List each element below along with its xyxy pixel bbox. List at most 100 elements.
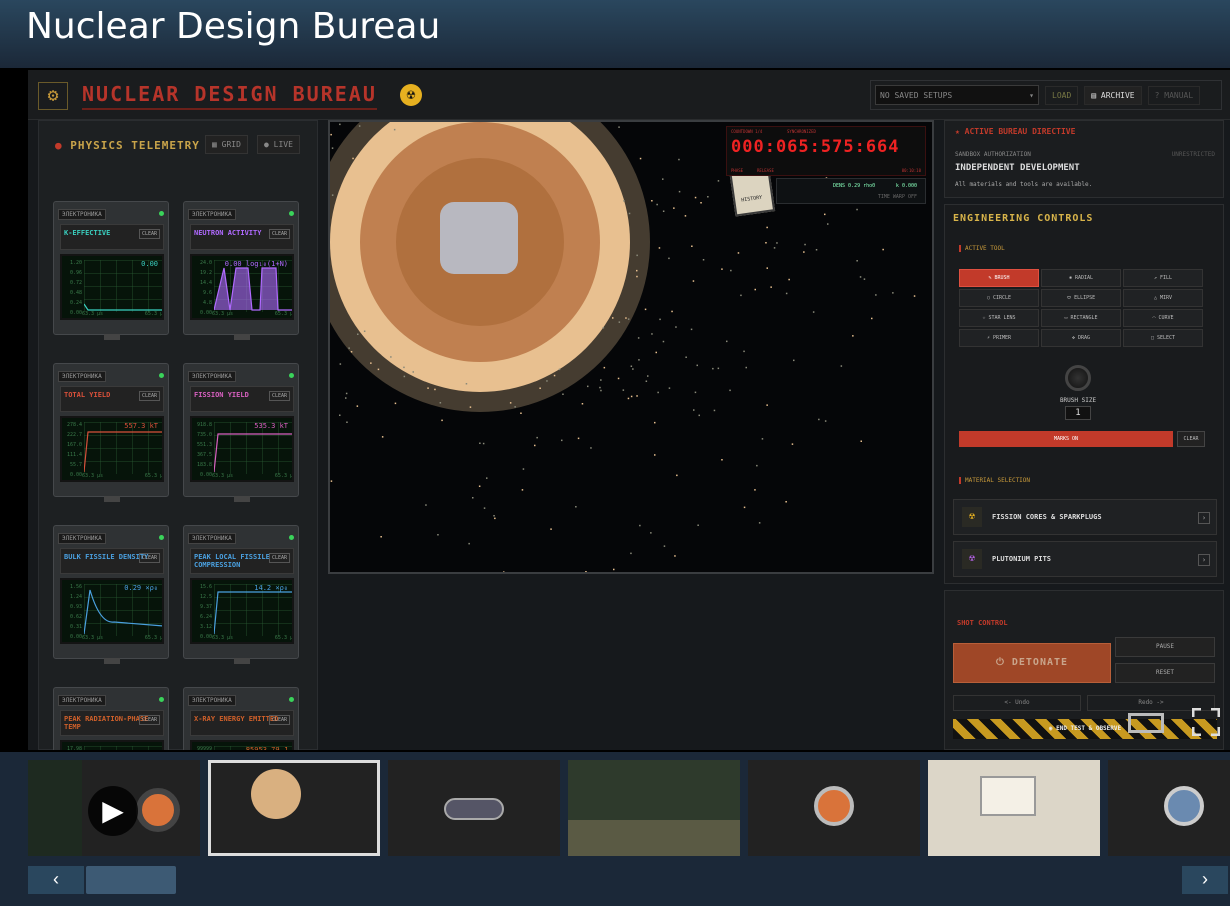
tool-select[interactable]: □ SELECT [1123,329,1203,347]
marks-toggle[interactable]: MARKS ON [959,431,1173,447]
tool-drag[interactable]: ✥ DRAG [1041,329,1121,347]
game-header: ⚙ NUCLEAR DESIGN BUREAU ☢ NO SAVED SETUP… [28,70,1230,120]
play-icon[interactable]: ▶ [88,786,138,836]
tool-ellipse[interactable]: ⬭ ELLIPSE [1041,289,1121,307]
chevron-right-icon[interactable]: › [1198,512,1210,524]
undo-button[interactable]: <- Undo [953,695,1081,711]
particle [377,368,380,371]
load-button[interactable]: LOAD [1045,85,1079,105]
particle [676,474,678,477]
reset-button[interactable]: RESET [1115,663,1215,683]
monitor-clear-button[interactable]: CLEAR [268,553,290,563]
monitor-tab[interactable] [234,658,250,664]
tool-radial[interactable]: ✺ RADIAL [1041,269,1121,287]
material-item[interactable]: ☢ FISSION CORES & SPARKPLUGS › [953,499,1217,535]
particle [613,568,615,571]
tool-rectangle[interactable]: ▭ RECTANGLE [1041,309,1121,327]
carousel-next-button[interactable]: › [1182,866,1228,894]
end-test-button[interactable]: ◉ END TEST & OBSERVE [953,719,1217,739]
tool-primer[interactable]: ⚡ PRIMER [959,329,1039,347]
carousel-scrollbar[interactable] [86,866,176,894]
particle [630,365,633,367]
manual-button[interactable]: ? MANUAL [1147,85,1201,105]
power-icon: ⏻ [995,657,1012,668]
tool-curve[interactable]: ⌒ CURVE [1123,309,1203,327]
tool-mirv[interactable]: △ MIRV [1123,289,1203,307]
particle [636,395,638,397]
thumbnail-3[interactable] [388,760,560,856]
particle [394,402,397,405]
detonate-button[interactable]: ⏻ DETONATE [953,643,1111,683]
monitor-tab[interactable] [104,334,120,340]
directive-title: ★ ACTIVE BUREAU DIRECTIVE [955,127,1076,136]
thumbnail-selected[interactable] [208,760,380,856]
live-button[interactable]: ● LIVE [257,135,300,154]
thumbnail-7[interactable] [1108,760,1230,856]
grid-button[interactable]: ▦ GRID [205,135,248,154]
telemetry-monitor: ЭЛЕКТРОНИКА BULK FISSILE DENSITY CLEAR 1.56… [53,525,169,664]
trace-line [84,589,162,635]
monitor-clear-button[interactable]: CLEAR [138,391,160,401]
monitor-clear-button[interactable]: CLEAR [268,391,290,401]
end-test-label: END TEST & OBSERVE [1056,725,1122,732]
particle [766,404,768,406]
tool-icon: ⚡ [986,335,990,341]
monitor-clear-button[interactable]: CLEAR [138,229,160,239]
particle [514,406,516,408]
carousel-prev-button[interactable]: ‹ [28,866,84,894]
monitor-tab[interactable] [104,496,120,502]
monitor-led-icon [287,210,296,218]
monitor-axis: 17.98 [62,744,82,750]
trace-line [214,433,292,473]
chevron-right-icon[interactable]: › [1198,554,1210,566]
particle [636,254,638,257]
tool-brush[interactable]: ✎ BRUSH [959,269,1039,287]
clipboard-label: HISTORY [740,194,763,204]
thumbnail-5[interactable] [748,760,920,856]
thumbnail-video[interactable]: ▶ [28,760,200,856]
monitor-clear-button[interactable]: CLEAR [138,553,160,563]
particle [674,555,676,557]
simulation-canvas[interactable]: HISTORY COUNTDOWN 1/4 SYNCHRONIZED 000:0… [328,120,934,574]
monitor-clear-button[interactable]: CLEAR [138,715,160,725]
monitor-tab[interactable] [234,496,250,502]
blast-core [440,202,518,274]
setup-select[interactable]: NO SAVED SETUPS ▾ [875,85,1039,105]
tool-star-lens[interactable]: ☆ STAR LENS [959,309,1039,327]
clear-button[interactable]: CLEAR [1177,431,1205,447]
axis-tick: 0.24 [69,300,82,306]
tool-fill[interactable]: ↗ FILL [1123,269,1203,287]
particle [427,376,429,379]
monitor-tab[interactable] [104,658,120,664]
monitor-tab[interactable] [234,334,250,340]
monitor-label: FISSION YIELD CLEAR [190,386,294,412]
particle [668,387,671,389]
axis-tick: 918.8 [196,422,212,428]
monitor-clear-button[interactable]: CLEAR [268,229,290,239]
tool-circle[interactable]: ○ CIRCLE [959,289,1039,307]
brush-size-value[interactable]: 1 [1065,406,1091,420]
particle [662,178,664,180]
thumbnail-4[interactable] [568,760,740,856]
foot-end: 65.3 µs [144,473,164,479]
screenshot-mode-icon[interactable] [1128,713,1164,733]
pause-button[interactable]: PAUSE [1115,637,1215,657]
monitor-clear-button[interactable]: CLEAR [268,715,290,725]
particle [804,243,806,246]
axis-tick: 14.4 [199,280,212,286]
archive-button[interactable]: ▤ ARCHIVE [1084,85,1142,105]
particle [628,212,631,215]
particle [856,208,858,211]
axis-tick: 55.7 [69,462,82,468]
tool-grid: ✎ BRUSH ✺ RADIAL ↗ FILL ○ CIRCLE ⬭ ELLIPSE △ MIRV ☆ S… [959,269,1203,347]
gear-icon[interactable]: ⚙ [38,82,68,110]
monitor-foot: 63.3 µs 65.3 µs [212,311,292,317]
brush-size-knob[interactable] [1065,365,1091,391]
fullscreen-icon[interactable] [1191,707,1221,737]
monitor-axis: 1.56 1.24 0.93 0.62 0.31 0.00 [62,582,82,642]
monitor-value: 85953.79 J [245,746,288,750]
thumbnail-6[interactable] [928,760,1100,856]
fullscreen-glyph [1191,707,1221,737]
radiation-icon: ☢ [962,507,982,527]
material-item[interactable]: ☢ PLUTONIUM PITS › [953,541,1217,577]
